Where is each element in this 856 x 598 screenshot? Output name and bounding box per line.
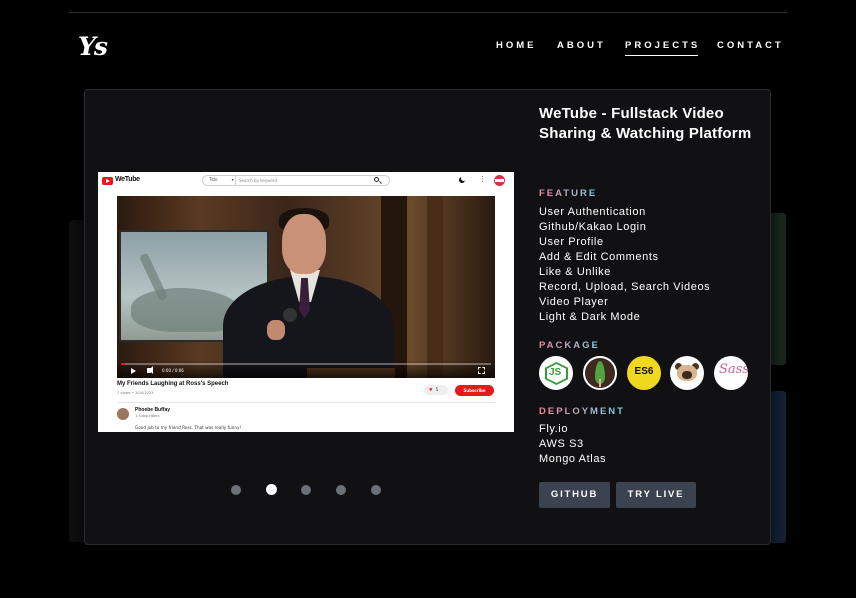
carousel-dot[interactable] <box>301 485 311 495</box>
like-count: 5 <box>435 387 439 392</box>
comment-text: Good job to my friend Ross. That was rea… <box>135 425 242 430</box>
video-frame-pillar <box>427 196 443 378</box>
like-button: ♥ 5 <box>424 385 448 395</box>
es6-icon: ES6 <box>627 356 661 390</box>
list-item: Github/Kakao Login <box>539 221 647 233</box>
moon-icon <box>459 176 466 183</box>
heart-icon: ♥ <box>429 387 433 392</box>
header-divider <box>69 12 787 13</box>
nodejs-label: JS <box>549 367 562 378</box>
wetube-search-bar: Title Search by keyword <box>202 175 390 186</box>
es6-label: ES6 <box>634 366 654 377</box>
background-project-card <box>770 213 786 365</box>
deployment-list: Fly.io AWS S3 Mongo Atlas <box>539 422 606 467</box>
video-title: My Friends Laughing at Ross's Speech <box>117 381 229 387</box>
nav-contact[interactable]: CONTACT <box>717 40 784 51</box>
channel-subscribers: 1 Subscribers <box>135 414 160 418</box>
sass-icon: Sass <box>714 356 748 390</box>
video-meta: 7 views • 10/4/2023 <box>117 391 154 395</box>
more-vertical-icon: ⋮ <box>479 175 486 183</box>
carousel-dot[interactable] <box>336 485 346 495</box>
feature-list: User Authentication Github/Kakao Login U… <box>539 205 710 325</box>
main-nav: HOME ABOUT PROJECTS CONTACT <box>0 40 856 60</box>
deployment-heading: DEPLOYMENT <box>539 406 625 417</box>
wetube-search-select: Title <box>209 177 234 182</box>
project-title: WeTube - Fullstack Video Sharing & Watch… <box>539 105 752 142</box>
nav-home[interactable]: HOME <box>496 40 537 51</box>
video-person-hand <box>267 320 285 340</box>
list-item: Video Player <box>539 296 609 308</box>
comment-avatar <box>117 408 129 420</box>
list-item: User Authentication <box>539 206 646 218</box>
github-button[interactable]: GITHUB <box>539 482 610 508</box>
list-item: Fly.io <box>539 423 569 435</box>
list-item: Add & Edit Comments <box>539 251 659 263</box>
channel-name: Phoebe Buffay <box>135 407 171 413</box>
mongodb-leaf <box>595 361 605 387</box>
nav-projects[interactable]: PROJECTS <box>625 40 700 56</box>
youtube-logo-icon <box>102 177 113 185</box>
video-person-head <box>282 214 326 274</box>
feature-heading: FEATURE <box>539 188 598 199</box>
video-player: 0:00 / 0:06 <box>117 196 495 378</box>
list-item: User Profile <box>539 236 604 248</box>
carousel-dots <box>231 484 391 497</box>
fullscreen-icon <box>478 367 485 374</box>
nodejs-icon: JS <box>539 356 573 390</box>
play-icon <box>131 368 136 374</box>
list-item: AWS S3 <box>539 438 584 450</box>
try-live-button[interactable]: TRY LIVE <box>616 482 696 508</box>
project-modal: WeTube Title Search by keyword ⋮ <box>84 89 771 545</box>
wetube-header: WeTube Title Search by keyword ⋮ <box>98 172 514 190</box>
pug-muzzle <box>682 371 692 379</box>
list-item: Light & Dark Mode <box>539 311 641 323</box>
list-item: Record, Upload, Search Videos <box>539 281 711 293</box>
list-item: Mongo Atlas <box>539 453 607 465</box>
list-item: Like & Unlike <box>539 266 611 278</box>
carousel-dot[interactable] <box>231 485 241 495</box>
sass-label: Sass <box>719 362 748 377</box>
microphone <box>283 308 297 322</box>
avatar <box>494 175 505 186</box>
mongodb-icon <box>583 356 617 390</box>
package-heading: PACKAGE <box>539 340 600 351</box>
wetube-search-placeholder: Search by keyword <box>239 177 278 183</box>
video-controls: 0:00 / 0:06 <box>117 360 495 378</box>
video-progress-fill <box>121 363 125 365</box>
search-divider <box>235 176 236 185</box>
carousel-dot[interactable] <box>266 484 277 495</box>
project-screenshot: WeTube Title Search by keyword ⋮ <box>98 172 514 432</box>
carousel-dot[interactable] <box>371 485 381 495</box>
search-icon <box>374 177 379 182</box>
pug-icon <box>670 356 704 390</box>
volume-icon <box>147 366 153 374</box>
subscribe-button: Subscribe <box>455 385 494 396</box>
wetube-site-name: WeTube <box>115 176 140 183</box>
video-time: 0:00 / 0:06 <box>162 368 184 373</box>
comment-divider <box>117 402 495 403</box>
video-progress-bar <box>121 363 491 365</box>
background-project-card <box>770 391 786 543</box>
nav-about[interactable]: ABOUT <box>557 40 606 51</box>
